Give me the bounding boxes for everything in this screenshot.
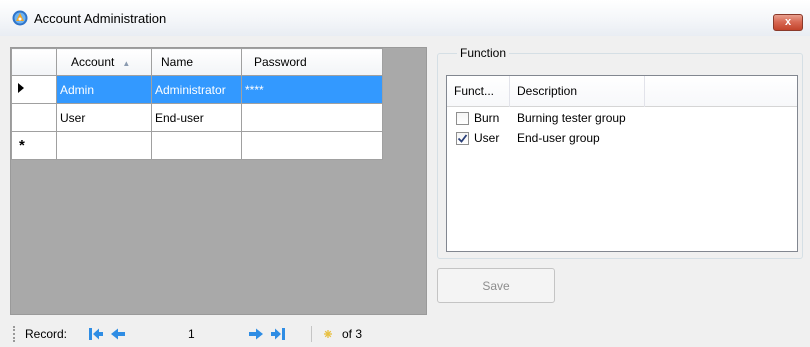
window-title: Account Administration <box>34 11 167 26</box>
title-bar: Account Administration x <box>0 0 810 36</box>
function-list: Funct... Description Burn Burning tester… <box>446 75 798 252</box>
accounts-grid: Account ▲ Name Password Admin Administrat… <box>10 47 427 315</box>
row-selector[interactable] <box>11 75 57 104</box>
record-navigator: Record: 1 of 3 <box>10 320 810 347</box>
column-header-password[interactable]: Password <box>241 48 383 76</box>
current-record-position[interactable]: 1 <box>188 327 195 341</box>
previous-record-icon[interactable] <box>110 326 126 342</box>
new-row[interactable]: * <box>11 131 383 160</box>
toolbar-separator <box>311 326 312 342</box>
save-button[interactable]: Save <box>437 268 555 303</box>
column-header-function[interactable]: Funct... <box>447 76 510 107</box>
function-list-header: Funct... Description <box>447 76 797 107</box>
new-record-icon <box>324 330 332 338</box>
cell-account[interactable]: Admin <box>56 75 152 104</box>
close-icon: x <box>784 16 792 28</box>
record-count-label: of 3 <box>342 327 363 341</box>
column-header-name[interactable]: Name <box>151 48 242 76</box>
function-group-legend: Function <box>457 46 510 60</box>
first-record-icon[interactable] <box>88 326 104 342</box>
burn-checkbox[interactable] <box>456 112 469 125</box>
cell-account[interactable] <box>56 131 152 160</box>
last-record-icon[interactable] <box>270 326 286 342</box>
column-header-description[interactable]: Description <box>510 76 645 107</box>
column-header-account-label: Account <box>71 55 115 69</box>
cell-name[interactable] <box>151 131 242 160</box>
cell-password[interactable] <box>241 103 383 132</box>
table-row[interactable]: Admin Administrator **** <box>11 75 383 104</box>
current-row-icon <box>18 83 24 93</box>
record-label: Record: <box>25 327 68 341</box>
list-item-function: User <box>474 131 500 145</box>
list-item-burn[interactable]: Burn Burning tester group <box>447 109 797 127</box>
close-button[interactable]: x <box>773 14 803 31</box>
column-header-name-label: Name <box>161 55 194 69</box>
next-record-icon[interactable] <box>248 326 264 342</box>
account-administration-window: Account Administration x Account ▲ Name P… <box>0 0 810 347</box>
row-selector[interactable] <box>11 103 57 132</box>
list-item-description: End-user group <box>517 131 600 145</box>
cell-password[interactable] <box>241 131 383 160</box>
list-item-user[interactable]: User End-user group <box>447 129 797 147</box>
toolbar-grip[interactable] <box>13 326 15 342</box>
new-row-selector[interactable]: * <box>11 131 57 160</box>
column-header-password-label: Password <box>254 55 307 69</box>
cell-name[interactable]: End-user <box>151 103 242 132</box>
cell-name[interactable]: Administrator <box>151 75 242 104</box>
user-checkbox[interactable] <box>456 132 469 145</box>
list-item-function: Burn <box>474 111 500 125</box>
column-header-account[interactable]: Account ▲ <box>56 48 152 76</box>
sort-ascending-icon: ▲ <box>122 59 131 68</box>
app-icon <box>12 10 28 26</box>
new-row-icon: * <box>19 137 25 154</box>
table-row[interactable]: User End-user <box>11 103 383 132</box>
cell-password[interactable]: **** <box>241 75 383 104</box>
row-header-corner <box>11 48 57 76</box>
cell-account[interactable]: User <box>56 103 152 132</box>
list-item-description: Burning tester group <box>517 111 626 125</box>
checkmark-icon <box>457 134 468 143</box>
